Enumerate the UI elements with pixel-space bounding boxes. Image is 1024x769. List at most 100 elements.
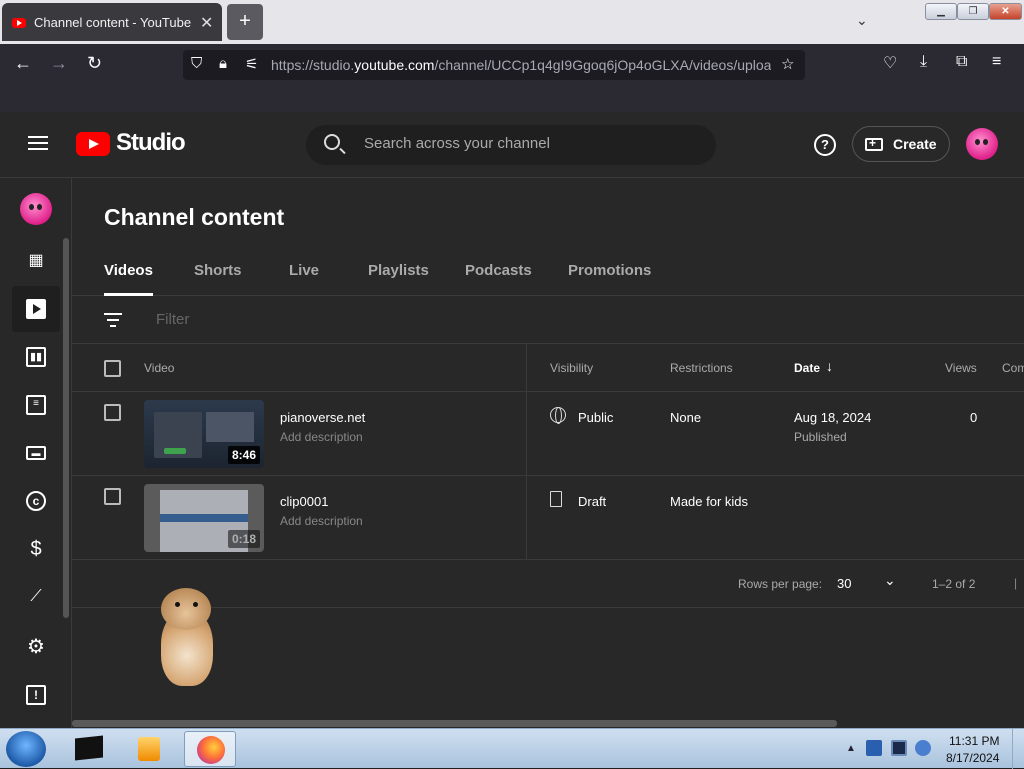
- volume-icon[interactable]: [915, 740, 931, 756]
- sidebar-scrollbar[interactable]: [63, 238, 69, 618]
- tray-expand-icon[interactable]: ▲: [846, 743, 856, 754]
- clock-time[interactable]: 11:31 PM: [949, 734, 999, 748]
- horizontal-scrollbar[interactable]: [72, 718, 1024, 728]
- tab-shorts[interactable]: Shorts: [194, 262, 242, 296]
- search-input[interactable]: [364, 135, 694, 152]
- tab-videos[interactable]: Videos: [104, 262, 153, 296]
- draft-document-icon: [550, 491, 562, 507]
- sidebar-item-analytics[interactable]: ▮▮: [12, 334, 60, 380]
- new-tab-button[interactable]: +: [227, 4, 263, 40]
- taskbar-app-media-player[interactable]: [124, 731, 176, 767]
- video-title[interactable]: clip0001: [280, 494, 328, 509]
- sidebar-item-copyright[interactable]: c: [12, 478, 60, 524]
- video-title[interactable]: pianoverse.net: [280, 410, 365, 425]
- visibility-value[interactable]: Draft: [578, 494, 606, 509]
- pocket-icon[interactable]: ♡: [883, 53, 897, 73]
- video-thumbnail[interactable]: 0:18: [144, 484, 264, 552]
- sidebar-item-dashboard[interactable]: ▦: [12, 238, 60, 284]
- bookmark-star-icon[interactable]: ☆: [781, 55, 794, 73]
- forward-arrow-icon[interactable]: →: [50, 53, 68, 74]
- studio-logo-text[interactable]: Studio: [116, 129, 186, 157]
- sidebar-item-customization[interactable]: ⟋: [12, 574, 60, 620]
- list-all-tabs-chevron-icon[interactable]: ⌄: [856, 12, 868, 29]
- permissions-icon[interactable]: ⚟: [245, 55, 258, 73]
- create-button[interactable]: Create: [852, 126, 950, 162]
- select-all-checkbox[interactable]: [104, 360, 121, 377]
- video-description[interactable]: Add description: [280, 430, 363, 444]
- youtube-logo-icon[interactable]: [76, 132, 110, 156]
- horizontal-scrollbar-thumb[interactable]: [72, 720, 837, 727]
- url-text[interactable]: https://studio.youtube.com/channel/UCCp1…: [271, 57, 771, 73]
- date-status: Published: [794, 430, 847, 444]
- content-play-icon: [26, 299, 46, 319]
- video-description[interactable]: Add description: [280, 514, 363, 528]
- tray-app-icon[interactable]: [866, 740, 882, 756]
- shield-icon[interactable]: ⛉: [191, 55, 202, 72]
- rows-per-page-select[interactable]: 30: [837, 576, 851, 591]
- table-row[interactable]: 8:46 pianoverse.net Add description Publ…: [72, 392, 1024, 476]
- chevron-down-icon[interactable]: ⌄: [884, 572, 896, 589]
- row-checkbox[interactable]: [104, 404, 121, 421]
- column-header-comments: Com: [1002, 361, 1024, 375]
- row-checkbox[interactable]: [104, 488, 121, 505]
- video-thumbnail[interactable]: 8:46: [144, 400, 264, 468]
- page-title: Channel content: [104, 204, 285, 230]
- tab-title: Channel content - YouTube Studio: [34, 15, 194, 30]
- extensions-icon[interactable]: ⧉: [956, 53, 967, 71]
- tab-podcasts[interactable]: Podcasts: [465, 262, 532, 296]
- sidebar-item-subtitles[interactable]: ▬: [12, 430, 60, 476]
- help-icon[interactable]: ?: [814, 134, 836, 156]
- gear-icon: ⚙: [27, 636, 45, 658]
- tab-live[interactable]: Live: [289, 262, 319, 296]
- clock-date[interactable]: 8/17/2024: [946, 751, 999, 765]
- tab-close-icon[interactable]: ✕: [200, 13, 213, 33]
- lock-icon[interactable]: 🔒︎: [219, 55, 227, 72]
- sidebar-item-settings[interactable]: ⚙: [12, 624, 60, 670]
- views-value: 0: [970, 410, 978, 425]
- hamster-sticker: [155, 588, 221, 688]
- sidebar-item-feedback[interactable]: !: [12, 672, 60, 718]
- subtitles-icon: ▬: [26, 446, 46, 460]
- window-minimize-button[interactable]: ▁: [925, 3, 957, 20]
- sidebar-item-content[interactable]: [12, 286, 60, 332]
- left-sidebar: ▦ ▮▮ ≡ ▬ c $ ⟋ ⚙ !: [0, 178, 72, 728]
- start-button[interactable]: [6, 731, 46, 767]
- menu-icon[interactable]: ≡: [992, 53, 1001, 71]
- filter-icon[interactable]: [104, 313, 122, 327]
- visibility-value[interactable]: Public: [578, 410, 613, 425]
- sidebar-item-comments[interactable]: ≡: [12, 382, 60, 428]
- channel-avatar[interactable]: [20, 193, 52, 225]
- create-label: Create: [893, 136, 937, 152]
- column-header-date[interactable]: Date: [794, 361, 820, 375]
- window-restore-button[interactable]: ❐: [957, 3, 989, 20]
- tab-promotions[interactable]: Promotions: [568, 262, 651, 296]
- show-desktop-button[interactable]: [1012, 729, 1024, 769]
- search-box[interactable]: [306, 125, 716, 165]
- video-add-icon: [865, 136, 883, 151]
- url-bar[interactable]: ⛉ 🔒︎ ⚟ https://studio.youtube.com/channe…: [183, 50, 805, 80]
- column-header-views: Views: [945, 361, 977, 375]
- sidebar-item-earn[interactable]: $: [12, 526, 60, 572]
- feedback-icon: !: [26, 685, 46, 705]
- firefox-icon: [197, 736, 225, 764]
- table-header-row: Video Visibility Restrictions Date ↓ Vie…: [72, 344, 1024, 392]
- account-avatar[interactable]: [966, 128, 998, 160]
- back-arrow-icon[interactable]: ←: [14, 53, 32, 74]
- tab-playlists[interactable]: Playlists: [368, 262, 429, 296]
- downloads-icon[interactable]: ⤓: [920, 53, 927, 71]
- network-icon[interactable]: [891, 740, 907, 756]
- window-close-button[interactable]: ✕: [989, 3, 1022, 20]
- browser-tab-active[interactable]: Channel content - YouTube Studio ✕: [2, 3, 222, 41]
- pagination-separator: |: [1014, 576, 1018, 590]
- reload-icon[interactable]: ↻: [87, 53, 102, 74]
- sort-down-arrow-icon[interactable]: ↓: [826, 358, 833, 374]
- taskbar-app-firefox[interactable]: [184, 731, 236, 767]
- taskbar-app-terminal[interactable]: [62, 731, 114, 767]
- video-duration: 8:46: [227, 446, 260, 464]
- terminal-icon: [75, 735, 103, 761]
- restrictions-value: Made for kids: [670, 494, 749, 509]
- magic-wand-icon: ⟋: [30, 588, 42, 605]
- table-row[interactable]: 0:18 clip0001 Add description Draft Made…: [72, 476, 1024, 560]
- filter-input[interactable]: [156, 311, 456, 328]
- hamburger-menu-icon[interactable]: [28, 136, 48, 150]
